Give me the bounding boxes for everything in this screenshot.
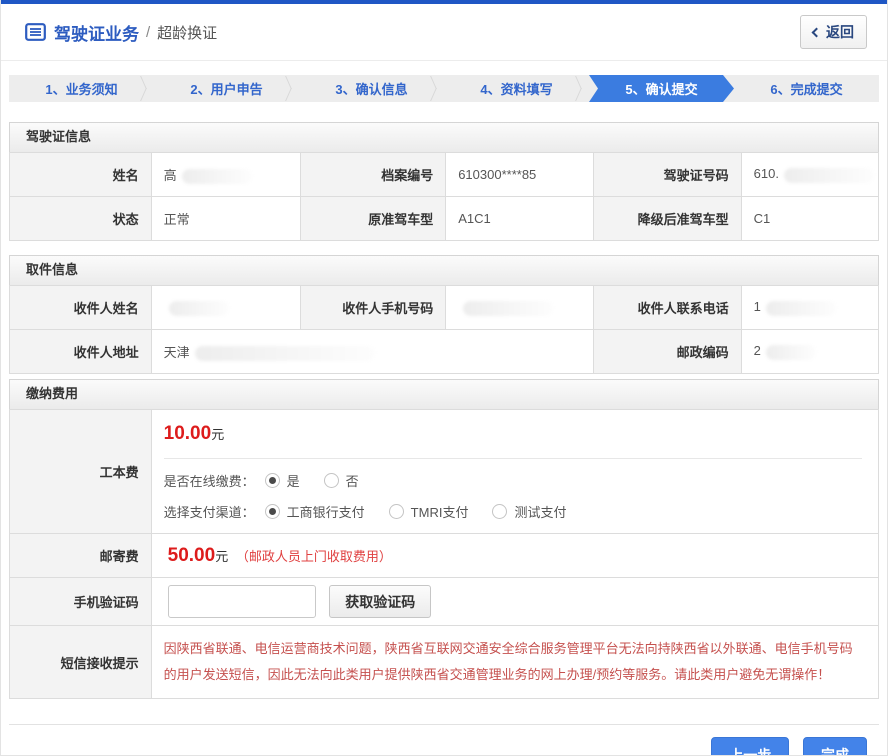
- breadcrumb-separator: /: [146, 24, 150, 41]
- radio-unselected-icon: [389, 504, 404, 519]
- field-value-recipient-address: 天津: [151, 330, 593, 374]
- field-label-recipient-address: 收件人地址: [10, 330, 152, 374]
- field-label-sms-code: 手机验证码: [10, 578, 152, 626]
- finish-button[interactable]: 完成: [803, 737, 867, 756]
- field-label-sms-tip: 短信接收提示: [10, 626, 152, 699]
- step-6-complete-submit[interactable]: 6、完成提交: [734, 75, 879, 102]
- step-3-confirm-info[interactable]: 3、确认信息: [299, 75, 444, 102]
- radio-channel-test[interactable]: 测试支付: [492, 502, 566, 521]
- page-header: 驾驶证业务 / 超龄换证 返回: [1, 4, 887, 61]
- step-2-user-declaration[interactable]: 2、用户申告: [154, 75, 299, 102]
- mail-fee-note: （邮政人员上门收取费用）: [236, 549, 392, 564]
- field-value-original-class: A1C1: [446, 197, 594, 241]
- card-fee-amount-line: 10.00元: [164, 423, 862, 459]
- field-value-recipient-mobile: [446, 286, 594, 330]
- field-value-name: 高: [151, 153, 300, 197]
- license-info-section: 驾驶证信息 姓名 高 档案编号 610300****85 驾驶证号码 610. …: [9, 122, 879, 241]
- redaction-blur: [463, 301, 553, 316]
- field-value-license-number: 610.: [741, 153, 878, 197]
- mail-fee-amount: 50.00: [168, 545, 216, 566]
- field-value-postal-code: 2: [741, 330, 878, 374]
- pickup-info-section: 取件信息 收件人姓名 收件人手机号码 收件人联系电话 1 收件人地址 天津 邮政…: [9, 255, 879, 374]
- back-button-label: 返回: [826, 22, 854, 42]
- field-value-recipient-phone: 1: [741, 286, 878, 330]
- chevron-left-icon: [812, 28, 822, 38]
- table-row: 收件人地址 天津 邮政编码 2: [10, 330, 879, 374]
- sms-tip-cell: 因陕西省联通、电信运营商技术问题，陕西省互联网交通安全综合服务管理平台无法向持陕…: [151, 626, 878, 699]
- field-label-license-number: 驾驶证号码: [593, 153, 741, 197]
- radio-unselected-icon: [492, 504, 507, 519]
- card-fee-cell: 10.00元 是否在线缴费： 是 否: [151, 410, 878, 534]
- pickup-section-title: 取件信息: [9, 255, 879, 285]
- get-sms-code-button[interactable]: 获取验证码: [329, 585, 431, 618]
- table-row: 短信接收提示 因陕西省联通、电信运营商技术问题，陕西省互联网交通安全综合服务管理…: [10, 626, 879, 699]
- online-pay-question-row: 是否在线缴费： 是 否: [164, 471, 862, 490]
- table-row: 手机验证码 获取验证码: [10, 578, 879, 626]
- pickup-info-table: 收件人姓名 收件人手机号码 收件人联系电话 1 收件人地址 天津 邮政编码 2: [9, 285, 879, 374]
- redaction-blur: [766, 301, 836, 316]
- field-label-postal-code: 邮政编码: [593, 330, 741, 374]
- fees-table: 工本费 10.00元 是否在线缴费： 是: [9, 409, 879, 699]
- card-fee-amount: 10.00: [164, 423, 212, 444]
- table-row: 工本费 10.00元 是否在线缴费： 是: [10, 410, 879, 534]
- footer-actions: 上一步 完成: [9, 724, 879, 756]
- back-button[interactable]: 返回: [800, 15, 867, 49]
- sms-tip-text: 因陕西省联通、电信运营商技术问题，陕西省互联网交通安全综合服务管理平台无法向持陕…: [164, 636, 860, 688]
- table-row: 邮寄费 50.00元 （邮政人员上门收取费用）: [10, 534, 879, 578]
- license-info-table: 姓名 高 档案编号 610300****85 驾驶证号码 610. 状态 正常 …: [9, 152, 879, 241]
- fees-section: 缴纳费用 工本费 10.00元 是否在线缴费： 是: [9, 379, 879, 699]
- field-label-name: 姓名: [10, 153, 152, 197]
- mail-fee-cell: 50.00元 （邮政人员上门收取费用）: [151, 534, 878, 578]
- breadcrumb-current: 超龄换证: [157, 22, 217, 43]
- field-label-downgraded-class: 降级后准驾车型: [593, 197, 741, 241]
- step-5-confirm-submit-active[interactable]: 5、确认提交: [589, 75, 734, 102]
- step-progress-bar: 1、业务须知 2、用户申告 3、确认信息 4、资料填写 5、确认提交 6、完成提…: [9, 75, 879, 102]
- pay-channel-question-row: 选择支付渠道： 工商银行支付 TMRI支付 测试支付: [164, 502, 862, 521]
- mail-fee-unit: 元: [215, 549, 228, 564]
- field-label-file-number: 档案编号: [301, 153, 446, 197]
- main-content: 驾驶证信息 姓名 高 档案编号 610300****85 驾驶证号码 610. …: [1, 122, 887, 699]
- radio-online-pay-yes[interactable]: 是: [265, 471, 300, 490]
- redaction-blur: [182, 169, 252, 184]
- radio-selected-icon: [265, 473, 280, 488]
- field-value-downgraded-class: C1: [741, 197, 878, 241]
- online-pay-question: 是否在线缴费：: [164, 471, 255, 490]
- page-title: 驾驶证业务: [54, 20, 139, 45]
- card-fee-unit: 元: [211, 427, 224, 442]
- page: 驾驶证业务 / 超龄换证 返回 1、业务须知 2、用户申告 3、确认信息 4、资…: [0, 0, 888, 756]
- pay-channel-question: 选择支付渠道：: [164, 502, 255, 521]
- field-label-recipient-mobile: 收件人手机号码: [301, 286, 446, 330]
- field-label-status: 状态: [10, 197, 152, 241]
- field-label-recipient-name: 收件人姓名: [10, 286, 152, 330]
- field-value-status: 正常: [151, 197, 300, 241]
- field-value-file-number: 610300****85: [446, 153, 594, 197]
- field-value-recipient-name: [151, 286, 300, 330]
- previous-step-button[interactable]: 上一步: [711, 737, 789, 756]
- step-4-fill-materials[interactable]: 4、资料填写: [444, 75, 589, 102]
- redaction-blur: [169, 301, 229, 316]
- fees-section-title: 缴纳费用: [9, 379, 879, 409]
- radio-selected-icon: [265, 504, 280, 519]
- sms-code-cell: 获取验证码: [151, 578, 878, 626]
- license-section-title: 驾驶证信息: [9, 122, 879, 152]
- field-label-recipient-phone: 收件人联系电话: [593, 286, 741, 330]
- list-document-icon: [25, 23, 46, 41]
- table-row: 姓名 高 档案编号 610300****85 驾驶证号码 610.: [10, 153, 879, 197]
- radio-channel-icbc[interactable]: 工商银行支付: [265, 502, 365, 521]
- field-label-original-class: 原准驾车型: [301, 197, 446, 241]
- radio-channel-tmri[interactable]: TMRI支付: [389, 502, 469, 521]
- step-1-business-notice[interactable]: 1、业务须知: [9, 75, 154, 102]
- redaction-blur: [784, 168, 874, 183]
- radio-online-pay-no[interactable]: 否: [324, 471, 359, 490]
- table-row: 状态 正常 原准驾车型 A1C1 降级后准驾车型 C1: [10, 197, 879, 241]
- redaction-blur: [195, 346, 375, 361]
- field-label-card-fee: 工本费: [10, 410, 152, 534]
- radio-unselected-icon: [324, 473, 339, 488]
- table-row: 收件人姓名 收件人手机号码 收件人联系电话 1: [10, 286, 879, 330]
- field-label-mail-fee: 邮寄费: [10, 534, 152, 578]
- redaction-blur: [766, 345, 816, 360]
- sms-code-input[interactable]: [168, 585, 316, 618]
